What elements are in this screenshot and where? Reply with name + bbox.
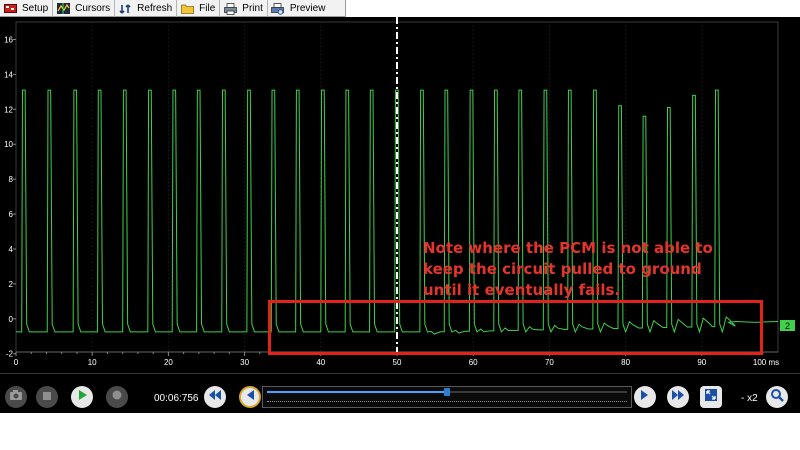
x-tick-label: 50: [393, 358, 402, 367]
file-label: File: [199, 3, 216, 14]
x-tick-label: 20: [164, 358, 173, 367]
toolbar: Setup Cursors Refresh File Print Preview: [0, 0, 346, 17]
scope-display[interactable]: 16 14 12 10 8 6 4 2 0 -2 0 10 20 30 40 50 60 70 80 90 100 m…: [0, 17, 800, 373]
y-tick-label: 14: [4, 70, 13, 79]
y-tick-label: 4: [9, 245, 14, 254]
cursors-button[interactable]: Cursors: [53, 0, 116, 17]
record-dot-icon: [111, 388, 123, 406]
x-tick-label: 60: [469, 358, 478, 367]
cursors-icon: [56, 3, 70, 15]
playback-scrubber[interactable]: [262, 386, 632, 408]
file-button[interactable]: File: [177, 0, 221, 17]
scrubber-progress: [267, 391, 447, 393]
y-tick-label: 8: [9, 175, 14, 184]
scrubber-track: [267, 388, 627, 396]
stop-icon: [42, 388, 52, 406]
channel-2-marker[interactable]: 2: [780, 320, 795, 331]
zoom-fit-icon: [704, 388, 718, 407]
play-button[interactable]: [71, 386, 93, 408]
folder-icon: [180, 3, 194, 15]
camera-icon: [9, 388, 23, 406]
note-line-3: until it eventually fails.: [423, 281, 621, 299]
rewind-button[interactable]: [204, 386, 226, 408]
y-tick-label: 16: [4, 35, 13, 44]
fast-forward-button[interactable]: [667, 386, 689, 408]
x-tick-label: 90: [697, 358, 706, 367]
print-preview-icon: [271, 2, 285, 15]
y-tick-label: -2: [6, 350, 14, 359]
y-tick-label: 12: [4, 105, 13, 114]
zoom-button[interactable]: [766, 386, 788, 408]
double-chevron-right-icon: [671, 388, 685, 406]
refresh-button[interactable]: Refresh: [115, 0, 178, 17]
play-icon: [76, 388, 88, 406]
x-tick-label: 30: [240, 358, 249, 367]
x-tick-label: 80: [621, 358, 630, 367]
scrubber-thumb[interactable]: [444, 388, 450, 396]
chevron-right-icon: [640, 388, 650, 406]
preview-label: Preview: [289, 3, 326, 14]
print-label: Print: [242, 3, 263, 14]
note-line-1: Note where the PCM is not able to: [423, 239, 713, 257]
y-tick-label: 0: [9, 315, 14, 324]
refresh-icon: [118, 3, 132, 15]
print-button[interactable]: Print: [220, 0, 268, 17]
magnifier-icon: [770, 388, 784, 407]
setup-label: Setup: [22, 3, 49, 14]
refresh-label: Refresh: [137, 3, 173, 14]
setup-icon: [3, 3, 17, 15]
annotation-note: Note where the PCM is not able to keep t…: [423, 238, 743, 301]
x-tick-label: 0: [14, 358, 19, 367]
playback-bar: 00:06:756 - x2: [0, 373, 800, 413]
cursors-label: Cursors: [75, 3, 111, 14]
stop-button[interactable]: [36, 386, 58, 408]
x-tick-label: 70: [545, 358, 554, 367]
y-axis-ticks: 16 14 12 10 8 6 4 2 0 -2: [4, 35, 16, 359]
setup-button[interactable]: Setup: [0, 0, 54, 17]
record-button[interactable]: [5, 386, 27, 408]
scrubber-buffer: [267, 401, 627, 402]
y-tick-label: 6: [9, 210, 14, 219]
x-tick-label: 10: [88, 358, 97, 367]
note-line-2: keep the circuit pulled to ground: [423, 260, 702, 278]
y-tick-label: 10: [4, 140, 13, 149]
zoom-fit-button[interactable]: [700, 386, 722, 408]
zoom-readout: - x2: [741, 393, 758, 404]
preview-button[interactable]: Preview: [268, 0, 330, 17]
step-forward-button[interactable]: [634, 386, 656, 408]
y-tick-label: 2: [9, 280, 14, 289]
x-tick-label: 100 ms: [753, 358, 779, 367]
print-icon: [223, 2, 237, 15]
pause-button[interactable]: [106, 386, 128, 408]
double-chevron-left-icon: [208, 388, 222, 406]
chevron-left-icon: [245, 388, 255, 406]
x-tick-label: 40: [316, 358, 325, 367]
channel-2-label: 2: [785, 321, 790, 331]
step-back-button[interactable]: [239, 386, 261, 408]
annotation-highlight-box: [268, 300, 763, 355]
time-readout: 00:06:756: [154, 393, 199, 404]
